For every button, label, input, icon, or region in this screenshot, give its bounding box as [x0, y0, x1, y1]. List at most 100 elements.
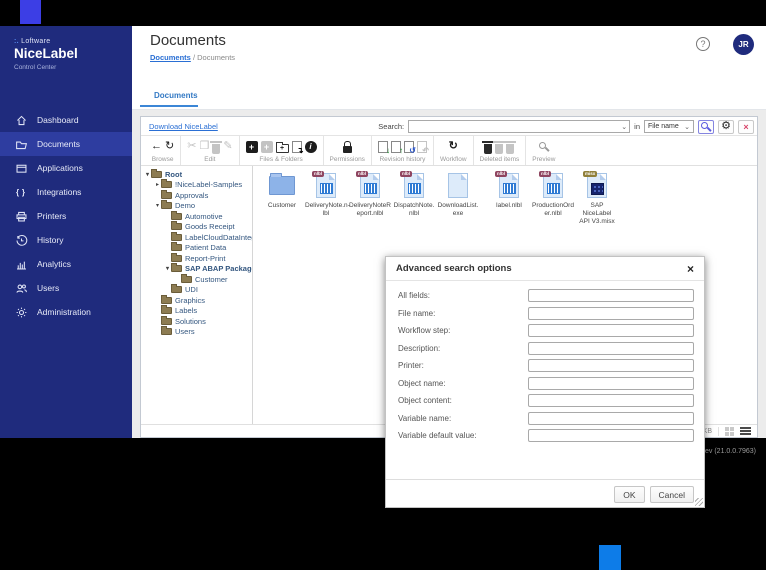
file-item-customer[interactable]: Customer: [261, 170, 303, 210]
tree-node-label: Customer: [195, 275, 228, 284]
file-item-dispatchnote[interactable]: nlbl DispatchNote. nlbl: [393, 170, 435, 218]
resize-handle-icon[interactable]: [695, 498, 703, 506]
description-input[interactable]: [528, 342, 694, 355]
tree-node-label: LabelCloudDataIntegration: [185, 233, 253, 242]
file-item-deliverynote[interactable]: nlbl DeliveryNote.n- lbl: [305, 170, 347, 218]
tree-node[interactable]: Automotive: [144, 211, 252, 222]
tree-node[interactable]: Goods Receipt: [144, 222, 252, 233]
refresh-icon[interactable]: ↻: [165, 141, 174, 152]
object-name-input[interactable]: [528, 377, 694, 390]
cut-icon[interactable]: ✂: [187, 141, 196, 152]
close-icon[interactable]: ×: [687, 263, 694, 275]
upload-file-icon[interactable]: +: [246, 141, 258, 153]
loftware-dots-icon: :.: [14, 38, 19, 45]
expander-open-icon[interactable]: ▾: [144, 171, 151, 178]
breadcrumb: Documents / Documents: [150, 53, 235, 62]
workflow-icon[interactable]: ↻: [449, 141, 458, 152]
object-content-input[interactable]: [528, 394, 694, 407]
tree-node[interactable]: LabelCloudDataIntegration: [144, 232, 252, 243]
tree-node[interactable]: Labels: [144, 306, 252, 317]
purge-all-icon[interactable]: [506, 144, 514, 154]
edit-icon[interactable]: ✎: [223, 141, 232, 152]
variable-name-input[interactable]: [528, 412, 694, 425]
tree-node-root[interactable]: ▾ Root: [144, 169, 252, 180]
copy-icon[interactable]: ❐: [199, 141, 209, 152]
upload-file-disabled-icon[interactable]: +: [261, 141, 273, 153]
move-file-icon[interactable]: ↴: [292, 141, 302, 153]
undo-checkout-icon[interactable]: ↶: [417, 141, 427, 153]
tree-node-label: Root: [165, 170, 182, 179]
solution-icon: [591, 183, 604, 195]
list-view-icon[interactable]: [740, 427, 751, 436]
file-item-productionorder[interactable]: nlbl ProductionOrd er.nlbl: [532, 170, 574, 218]
preview-icon[interactable]: [539, 142, 546, 149]
tree-node[interactable]: ▸!NiceLabel-Samples: [144, 180, 252, 191]
sidebar-item-dashboard[interactable]: Dashboard: [0, 108, 132, 132]
file-item-downloadlist[interactable]: DownloadList. exe: [437, 170, 479, 218]
file-name: label.nlbl: [488, 202, 530, 210]
search-icon: [701, 122, 708, 129]
tree-node[interactable]: Graphics: [144, 295, 252, 306]
restore-deleted-icon[interactable]: [484, 144, 492, 154]
avatar[interactable]: JR: [733, 34, 754, 55]
field-label: Description:: [398, 344, 528, 353]
sidebar-item-applications[interactable]: Applications: [0, 156, 132, 180]
check-out-icon[interactable]: ↓: [378, 141, 388, 153]
search-scope-select[interactable]: File name⌄: [644, 120, 694, 133]
file-item-label[interactable]: nlbl label.nlbl: [488, 170, 530, 210]
ok-button[interactable]: OK: [614, 486, 644, 503]
sidebar-item-users[interactable]: Users: [0, 276, 132, 300]
expander-open-icon[interactable]: ▾: [154, 202, 161, 209]
search-settings-button[interactable]: ⚙: [718, 120, 734, 134]
check-in-icon[interactable]: ↑: [391, 141, 401, 153]
workflow-step-input[interactable]: [528, 324, 694, 337]
expander-open-icon[interactable]: ▾: [164, 265, 171, 272]
sidebar-item-documents[interactable]: Documents: [0, 132, 132, 156]
search-input[interactable]: ⌄: [408, 120, 630, 133]
download-nicelabel-link[interactable]: Download NiceLabel: [149, 122, 218, 131]
search-button[interactable]: [698, 120, 714, 134]
file-name-input[interactable]: [528, 307, 694, 320]
new-folder-icon[interactable]: +: [276, 144, 289, 153]
tree-node-label: Solutions: [175, 317, 206, 326]
tree-node[interactable]: Report-Print: [144, 253, 252, 264]
folder-tree: ▾ Root ▸!NiceLabel-Samples Approvals ▾Dem…: [141, 166, 253, 424]
printer-input[interactable]: [528, 359, 694, 372]
tab-documents[interactable]: Documents: [142, 91, 210, 100]
breadcrumb-link[interactable]: Documents: [150, 53, 191, 62]
cancel-button[interactable]: Cancel: [650, 486, 694, 503]
lock-icon[interactable]: [343, 146, 352, 153]
purge-icon[interactable]: [495, 144, 503, 154]
help-icon[interactable]: ?: [696, 37, 710, 51]
tree-node[interactable]: Customer: [144, 274, 252, 285]
sidebar-item-label: Integrations: [37, 187, 81, 197]
sidebar-item-printers[interactable]: Printers: [0, 204, 132, 228]
search-zone: Search: ⌄ in File name⌄ ⚙ ×: [378, 117, 754, 136]
variable-default-value-input[interactable]: [528, 429, 694, 442]
tree-node-selected[interactable]: ▾SAP ABAP Package: [144, 264, 252, 275]
back-icon[interactable]: ←: [151, 141, 162, 152]
revision-history-icon[interactable]: ↺: [404, 141, 414, 153]
sidebar-item-history[interactable]: History: [0, 228, 132, 252]
sidebar-item-analytics[interactable]: Analytics: [0, 252, 132, 276]
file-info-icon[interactable]: i: [305, 141, 317, 153]
combo-arrow-icon[interactable]: ⌄: [621, 123, 627, 131]
tree-node[interactable]: Users: [144, 327, 252, 338]
field-row-object-name: Object name:: [398, 375, 694, 393]
expander-closed-icon[interactable]: ▸: [154, 181, 161, 188]
sidebar-item-integrations[interactable]: { } Integrations: [0, 180, 132, 204]
file-item-deliverynotereport[interactable]: nlbl DeliveryNoteR eport.nlbl: [349, 170, 391, 218]
tree-node-label: UDI: [185, 285, 198, 294]
sidebar-item-administration[interactable]: Administration: [0, 300, 132, 324]
tree-node[interactable]: Solutions: [144, 316, 252, 327]
grid-view-icon[interactable]: [725, 427, 734, 436]
file-item-sap-nicelabel-api[interactable]: misx SAP NiceLabel API V3.misx: [576, 170, 618, 225]
tree-node[interactable]: ▾Demo: [144, 201, 252, 212]
clear-search-button[interactable]: ×: [738, 120, 754, 134]
nlbl-badge: nlbl: [539, 171, 551, 178]
tree-node[interactable]: UDI: [144, 285, 252, 296]
tree-node[interactable]: Approvals: [144, 190, 252, 201]
delete-icon[interactable]: [212, 144, 220, 154]
all-fields-input[interactable]: [528, 289, 694, 302]
tree-node[interactable]: Patient Data: [144, 243, 252, 254]
